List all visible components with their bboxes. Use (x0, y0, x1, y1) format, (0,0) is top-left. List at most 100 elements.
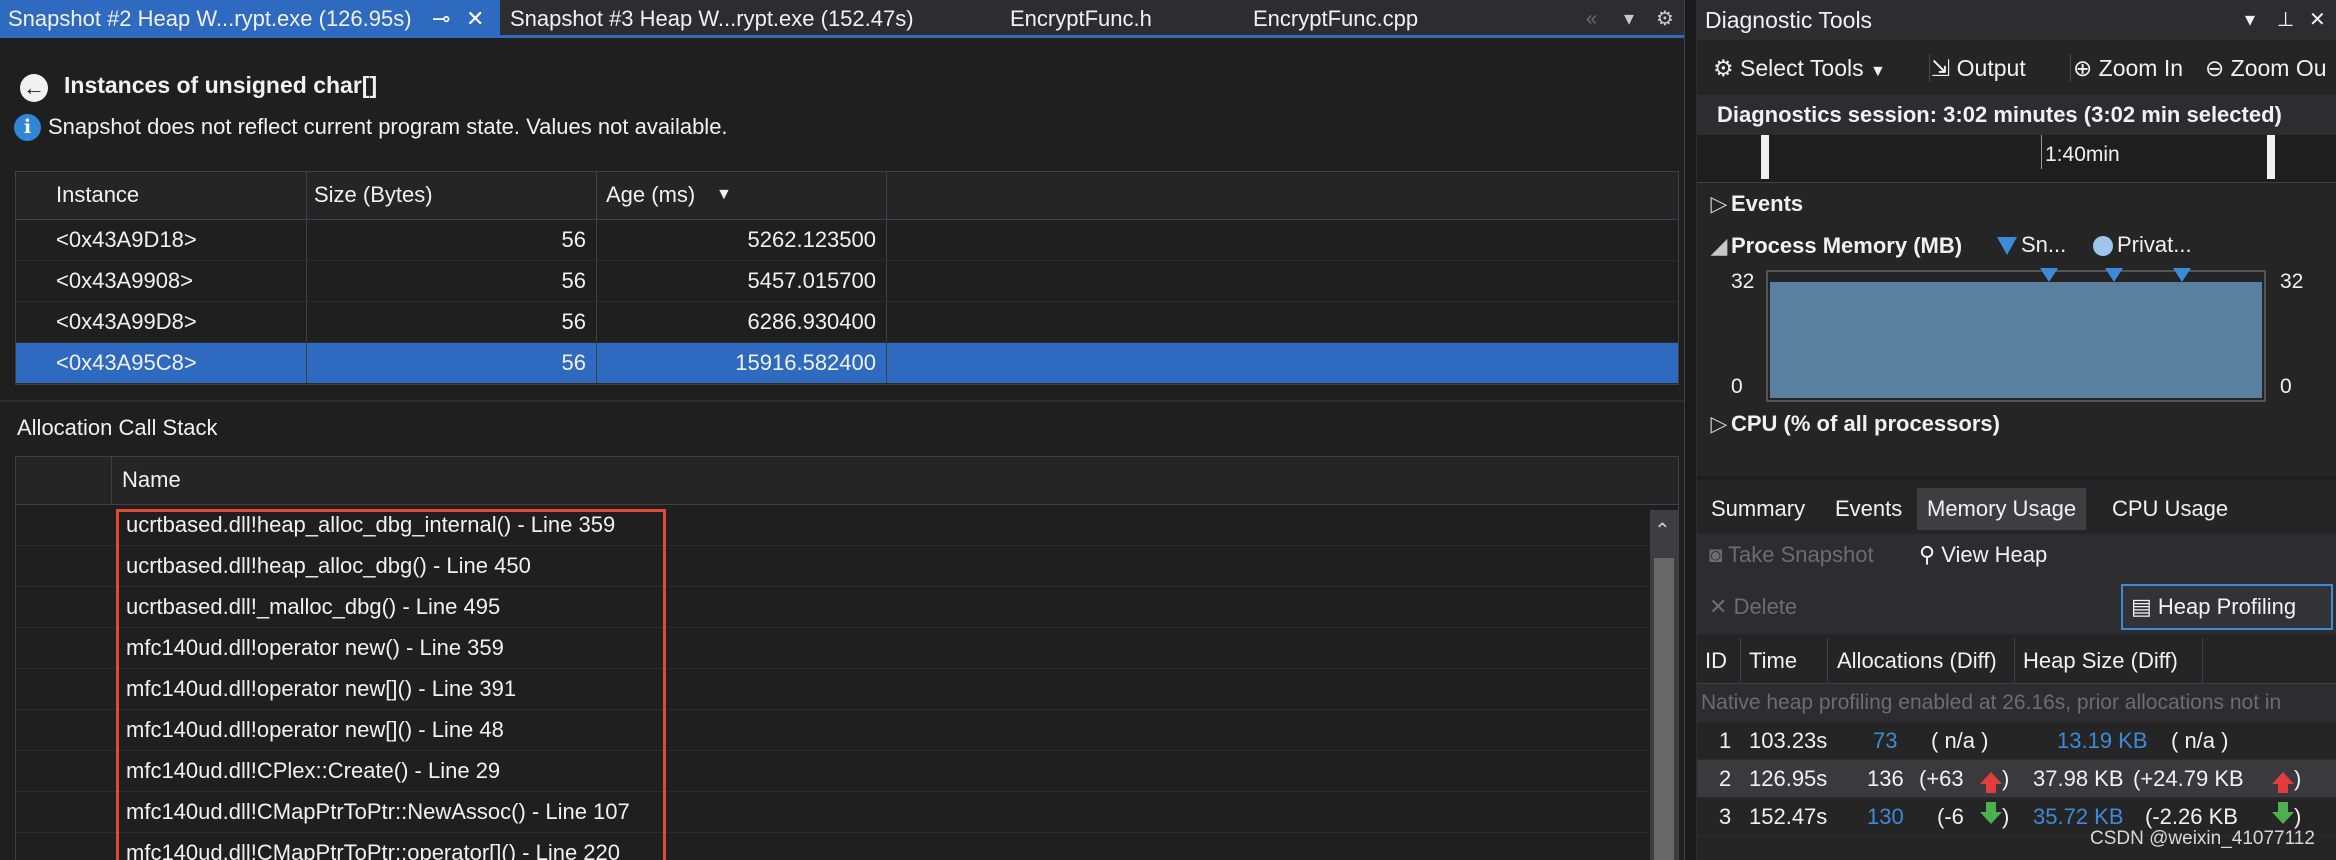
tab-dropdown-icon[interactable]: ▾ (1624, 0, 1634, 38)
private-bytes-icon (2093, 236, 2113, 257)
tab-encryptfunc-cpp[interactable]: EncryptFunc.cpp (1245, 0, 1465, 38)
snapshot-time: 152.47s (1749, 804, 1828, 829)
take-snapshot-label: Take Snapshot (1728, 542, 1874, 567)
column-header-name[interactable]: Name (122, 457, 181, 504)
cpu-section[interactable]: ▷ CPU (% of all processors) (1707, 404, 2000, 444)
watermark: CSDN @weixin_41077112 (2090, 828, 2315, 849)
take-snapshot-button[interactable]: ◙ Take Snapshot (1709, 542, 1874, 568)
events-section[interactable]: ▷ Events (1707, 184, 1804, 224)
expand-icon: ▷ (1710, 411, 1728, 436)
call-stack-scrollbar[interactable]: ⌃ (1650, 510, 1678, 860)
window-dropdown-icon[interactable]: ▾ (2245, 0, 2255, 40)
snapshot-marker[interactable] (2040, 268, 2058, 282)
age-cell: 15916.582400 (735, 350, 876, 375)
legend-snapshot[interactable]: Sn... (1997, 232, 2066, 258)
snapshot-row[interactable]: 2 126.95s 136 (+63 ) 37.98 KB (+24.79 KB… (1697, 760, 2336, 798)
snapshot-id: 1 (1719, 728, 1732, 753)
pane-splitter[interactable] (0, 400, 1684, 402)
tab-cpu-usage[interactable]: CPU Usage (2102, 488, 2238, 530)
column-header-time[interactable]: Time (1749, 638, 1797, 684)
memory-area (1770, 282, 2262, 398)
y-axis-max-left: 32 (1731, 270, 1755, 293)
tab-memory-usage[interactable]: Memory Usage (1917, 488, 2087, 530)
scrollbar-thumb[interactable] (1654, 558, 1674, 860)
table-row[interactable]: <0x43A99D8> 56 6286.930400 (16, 302, 1678, 343)
tab-label: EncryptFunc.cpp (1253, 6, 1419, 31)
snapshot-time: 126.95s (1749, 766, 1828, 791)
process-memory-section[interactable]: ◢ Process Memory (MB) (1707, 226, 1963, 266)
delete-button[interactable]: ✕ Delete (1709, 594, 1797, 620)
instances-header: Instance Size (Bytes) Age (ms) ▼ (16, 172, 1678, 220)
age-cell: 5457.015700 (747, 268, 876, 293)
allocations-link[interactable]: 73 (1873, 722, 1897, 760)
timeline-ruler[interactable]: 1:40min (1697, 135, 2336, 183)
snapshot-row[interactable]: 1 103.23s 73 ( n/a ) 13.19 KB ( n/a ) (1697, 722, 2336, 760)
column-header-age[interactable]: Age (ms) (606, 172, 695, 219)
close-icon[interactable]: ✕ (2309, 0, 2326, 40)
instances-table: Instance Size (Bytes) Age (ms) ▼ <0x43A9… (15, 171, 1679, 385)
age-cell: 6286.930400 (747, 309, 876, 334)
tab-events[interactable]: Events (1825, 488, 1912, 530)
column-header-allocations[interactable]: Allocations (Diff) (1837, 638, 1997, 684)
view-heap-label: View Heap (1941, 542, 2048, 567)
zoom-in-button[interactable]: ⊕ Zoom In (2073, 46, 2183, 90)
session-summary: Diagnostics session: 3:02 minutes (3:02 … (1697, 95, 2336, 135)
zoom-out-label: Zoom Ou (2230, 55, 2327, 81)
snapshots-table: ID Time Allocations (Diff) Heap Size (Di… (1697, 638, 2336, 836)
zoom-out-button[interactable]: ⊖ Zoom Ou (2205, 46, 2327, 90)
size-cell: 56 (561, 309, 586, 334)
annotation-highlight-box (116, 509, 666, 860)
tab-summary[interactable]: Summary (1701, 488, 1815, 530)
column-header-instance[interactable]: Instance (56, 172, 139, 219)
legend-private-bytes[interactable]: Privat... (2093, 232, 2192, 258)
search-icon: ⚲ (1919, 542, 1936, 567)
window-splitter[interactable] (1684, 0, 1697, 860)
increase-arrow-icon (1980, 772, 2002, 793)
process-memory-chart[interactable] (1766, 270, 2266, 402)
select-tools-button[interactable]: ⚙ Select Tools ▼ (1713, 46, 1886, 90)
pin-icon[interactable]: ⊸ (432, 0, 450, 38)
tab-snapshot-2[interactable]: Snapshot #2 Heap W...rypt.exe (126.95s) (0, 0, 500, 38)
view-heap-button[interactable]: ⚲ View Heap (1919, 542, 2047, 568)
table-row[interactable]: <0x43A9908> 56 5457.015700 (16, 261, 1678, 302)
gear-icon: ⚙ (1713, 55, 1734, 81)
tab-snapshot-3[interactable]: Snapshot #3 Heap W...rypt.exe (152.47s) (502, 0, 942, 38)
gear-icon[interactable]: ⚙ (1656, 0, 1674, 38)
instance-cell: <0x43A9D18> (56, 227, 197, 252)
sort-descending-icon[interactable]: ▼ (716, 172, 732, 219)
heap-size-link[interactable]: 13.19 KB (2057, 722, 2148, 760)
legend-private-label: Privat... (2117, 232, 2192, 257)
call-stack-header: Name (16, 457, 1678, 505)
tab-label: Snapshot #3 Heap W...rypt.exe (152.47s) (510, 6, 914, 31)
close-icon[interactable]: ✕ (466, 0, 484, 38)
decrease-arrow-icon (1980, 802, 2002, 824)
selection-end-handle[interactable] (2267, 135, 2275, 179)
snapshot-marker[interactable] (2105, 268, 2123, 282)
column-header-heap-size[interactable]: Heap Size (Diff) (2023, 638, 2178, 684)
snapshot-marker[interactable] (2173, 268, 2191, 282)
diagnostic-tools-title: Diagnostic Tools (1697, 0, 2336, 40)
tab-label: Snapshot #2 Heap W...rypt.exe (126.95s) (8, 6, 412, 31)
column-header-id[interactable]: ID (1705, 638, 1727, 684)
info-icon: i (14, 114, 41, 141)
zoom-in-icon: ⊕ (2073, 55, 2093, 81)
snapshot-marker-icon (1997, 237, 2017, 256)
heap-profiling-icon: ▤ (2131, 594, 2152, 619)
tab-encryptfunc-h[interactable]: EncryptFunc.h (1002, 0, 1202, 38)
delete-label: Delete (1733, 594, 1798, 619)
table-row[interactable]: <0x43A9D18> 56 5262.123500 (16, 220, 1678, 261)
allocations-link[interactable]: 130 (1867, 798, 1904, 836)
scroll-tabs-left-icon[interactable]: « (1586, 0, 1597, 38)
tab-label: EncryptFunc.h (1010, 6, 1152, 31)
heap-profiling-toggle[interactable]: ▤ Heap Profiling (2121, 584, 2333, 630)
snapshot-id: 2 (1719, 766, 1732, 791)
table-row-selected[interactable]: <0x43A95C8> 56 15916.582400 (16, 343, 1678, 384)
y-axis-max-right: 32 (2280, 270, 2304, 293)
back-arrow-icon[interactable]: ← (20, 74, 48, 102)
output-button[interactable]: ⇲ Output (1931, 46, 2026, 90)
column-header-size[interactable]: Size (Bytes) (314, 172, 433, 219)
selection-start-handle[interactable] (1761, 135, 1769, 179)
timeline-label: 1:40min (2045, 143, 2120, 166)
scroll-up-icon[interactable]: ⌃ (1654, 518, 1671, 543)
pin-icon[interactable]: ⊥ (2277, 0, 2294, 40)
